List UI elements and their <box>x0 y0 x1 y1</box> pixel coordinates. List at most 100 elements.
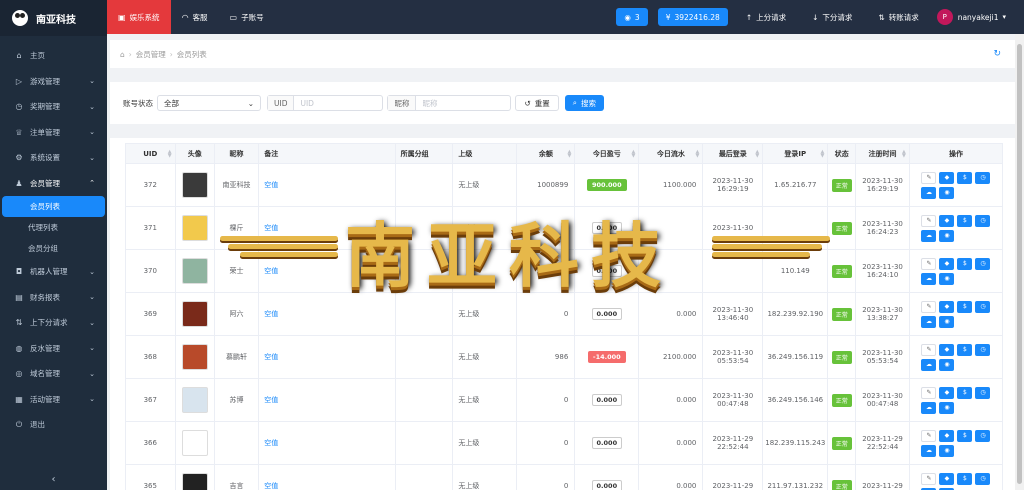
diamond-icon[interactable]: ◆ <box>939 257 955 270</box>
logo[interactable]: 南亚科技 <box>0 0 107 36</box>
sidebar-item[interactable]: ▷ 游戏管理 ⌄ <box>0 69 107 95</box>
user-avatar[interactable] <box>181 473 208 490</box>
edit-icon[interactable]: ✎ <box>921 300 937 313</box>
note-link[interactable]: 空值 <box>264 310 278 318</box>
eye-icon[interactable]: ◉ <box>939 401 955 414</box>
user-avatar[interactable] <box>181 258 208 284</box>
sort-icon[interactable]: ▲ ▼ <box>168 150 172 159</box>
nickname-input[interactable]: 昵称 <box>416 96 510 110</box>
sidebar-item[interactable]: ◍ 反水管理 ⌄ <box>0 336 107 362</box>
user-avatar[interactable] <box>181 172 208 198</box>
edit-icon[interactable]: ✎ <box>921 343 937 356</box>
reset-button[interactable]: ↺ 重置 <box>515 95 559 111</box>
up-request-button[interactable]: ↑ 上分请求 <box>738 8 794 26</box>
sort-icon[interactable]: ▲ ▼ <box>902 150 906 159</box>
note-link[interactable]: 空值 <box>264 439 278 447</box>
column-header[interactable]: 注册时间 ▲ ▼ <box>855 143 910 164</box>
sort-icon[interactable]: ▲ ▼ <box>755 150 759 159</box>
sidebar-item[interactable]: ♕ 注单管理 ⌄ <box>0 120 107 146</box>
coin-icon[interactable]: $ <box>957 472 973 485</box>
eye-icon[interactable]: ◉ <box>939 272 955 285</box>
sort-icon[interactable]: ▲ ▼ <box>631 150 635 159</box>
sidebar-subitem[interactable]: 会员分组 <box>0 238 107 259</box>
sidebar-item[interactable]: ⚙ 系统设置 ⌄ <box>0 145 107 171</box>
note-link[interactable]: 空值 <box>264 482 278 490</box>
column-header[interactable]: UID ▲ ▼ <box>125 143 176 164</box>
cloud-icon[interactable]: ☁ <box>921 401 937 414</box>
sidebar-item[interactable]: ▤ 财务报表 ⌄ <box>0 285 107 311</box>
note-link[interactable]: 空值 <box>264 181 278 189</box>
sidebar-item[interactable]: ⏻ 退出 <box>0 412 107 438</box>
column-header[interactable]: 今日流水 ▲ ▼ <box>638 143 704 164</box>
column-header[interactable]: 最后登录 ▲ ▼ <box>702 143 764 164</box>
status-select[interactable]: 全部 ⌄ <box>157 95 261 111</box>
user-avatar[interactable] <box>181 387 208 413</box>
tab-entertainment-system[interactable]: ▣ 娱乐系统 <box>107 0 171 34</box>
sort-icon[interactable]: ▲ ▼ <box>696 150 700 159</box>
sidebar-item[interactable]: ▦ 活动管理 ⌄ <box>0 387 107 413</box>
collapse-sidebar-button[interactable]: ‹ <box>0 468 107 490</box>
tab-customer-service[interactable]: ◠ 客服 <box>171 0 219 34</box>
edit-icon[interactable]: ✎ <box>921 472 937 485</box>
cloud-icon[interactable]: ☁ <box>921 315 937 328</box>
column-header[interactable]: 今日盈亏 ▲ ▼ <box>574 143 640 164</box>
caret-down-icon[interactable]: ▾ <box>1002 13 1006 21</box>
column-header[interactable]: 余额 ▲ ▼ <box>516 143 576 164</box>
coin-icon[interactable]: $ <box>957 300 973 313</box>
sidebar-subitem[interactable]: 会员列表 <box>2 196 105 217</box>
edit-icon[interactable]: ✎ <box>921 214 937 227</box>
eye-icon[interactable]: ◉ <box>939 315 955 328</box>
history-icon[interactable]: ◷ <box>975 343 991 356</box>
note-link[interactable]: 空值 <box>264 353 278 361</box>
coin-icon[interactable]: $ <box>957 214 973 227</box>
breadcrumb-item[interactable]: 会员管理 <box>136 49 166 60</box>
sort-icon[interactable]: ▲ ▼ <box>567 150 571 159</box>
coin-icon[interactable]: $ <box>957 343 973 356</box>
eye-icon[interactable]: ◉ <box>939 186 955 199</box>
user-avatar[interactable] <box>181 215 208 241</box>
history-icon[interactable]: ◷ <box>975 386 991 399</box>
search-button[interactable]: ⌕ 搜索 <box>564 95 604 111</box>
user-avatar[interactable] <box>181 344 208 370</box>
user-avatar[interactable] <box>181 301 208 327</box>
note-link[interactable]: 空值 <box>264 224 278 232</box>
avatar[interactable]: P <box>936 9 953 25</box>
diamond-icon[interactable]: ◆ <box>939 300 955 313</box>
username[interactable]: nanyakeji1 <box>958 13 999 22</box>
edit-icon[interactable]: ✎ <box>921 386 937 399</box>
coin-icon[interactable]: $ <box>957 171 973 184</box>
cloud-icon[interactable]: ☁ <box>921 444 937 457</box>
diamond-icon[interactable]: ◆ <box>939 386 955 399</box>
transfer-request-button[interactable]: ⇅ 转账请求 <box>870 8 926 26</box>
diamond-icon[interactable]: ◆ <box>939 429 955 442</box>
diamond-icon[interactable]: ◆ <box>939 214 955 227</box>
eye-icon[interactable]: ◉ <box>939 358 955 371</box>
history-icon[interactable]: ◷ <box>975 214 991 227</box>
sidebar-subitem[interactable]: 代理列表 <box>0 217 107 238</box>
nickname-field[interactable]: 昵称 昵称 <box>387 95 512 111</box>
page-scrollbar[interactable] <box>1015 34 1024 490</box>
cloud-icon[interactable]: ☁ <box>921 229 937 242</box>
cloud-icon[interactable]: ☁ <box>921 272 937 285</box>
sidebar-item[interactable]: ⌂ 主页 <box>0 43 107 69</box>
note-link[interactable]: 空值 <box>264 396 278 404</box>
eye-icon[interactable]: ◉ <box>939 444 955 457</box>
cloud-icon[interactable]: ☁ <box>921 186 937 199</box>
down-request-button[interactable]: ↓ 下分请求 <box>804 8 860 26</box>
sidebar-item[interactable]: ◎ 域名管理 ⌄ <box>0 361 107 387</box>
diamond-icon[interactable]: ◆ <box>939 343 955 356</box>
edit-icon[interactable]: ✎ <box>921 257 937 270</box>
home-icon[interactable]: ⌂ <box>120 50 125 59</box>
sidebar-item[interactable]: ⇅ 上下分请求 ⌄ <box>0 310 107 336</box>
column-header[interactable]: 登录IP ▲ ▼ <box>762 143 829 164</box>
tab-sub-account[interactable]: ▭ 子账号 <box>219 0 275 34</box>
sidebar-item[interactable]: ◘ 机器人管理 ⌄ <box>0 259 107 285</box>
eye-icon[interactable]: ◉ <box>939 229 955 242</box>
balance-button[interactable]: ¥3922416.28 <box>657 8 728 26</box>
sidebar-item[interactable]: ♟ 会员管理 ⌃ <box>0 171 107 197</box>
diamond-icon[interactable]: ◆ <box>939 472 955 485</box>
scrollbar-thumb[interactable] <box>1017 44 1022 484</box>
edit-icon[interactable]: ✎ <box>921 429 937 442</box>
user-avatar[interactable] <box>181 430 208 456</box>
coin-icon[interactable]: $ <box>957 386 973 399</box>
